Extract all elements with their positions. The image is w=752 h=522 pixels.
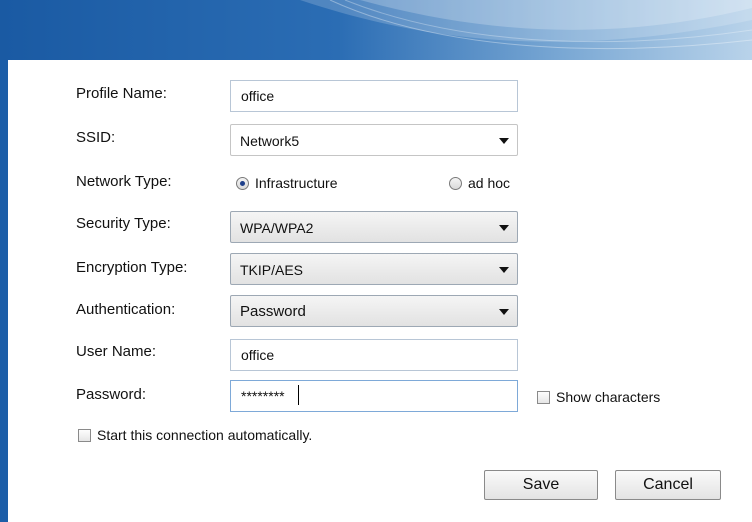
authentication-label: Authentication: — [76, 301, 176, 318]
security-type-label: Security Type: — [76, 215, 171, 232]
infrastructure-radio[interactable] — [236, 177, 249, 190]
user-name-label: User Name: — [76, 343, 157, 360]
encryption-type-label: Encryption Type: — [76, 259, 188, 276]
cancel-button[interactable]: Cancel — [615, 470, 721, 500]
user-name-input[interactable] — [230, 339, 518, 371]
chevron-down-icon — [499, 138, 509, 144]
auto-start-label[interactable]: Start this connection automatically. — [97, 425, 312, 445]
ad-hoc-radio[interactable] — [449, 177, 462, 190]
header-swoosh-graphic — [300, 0, 752, 50]
ad-hoc-radio-label[interactable]: ad hoc — [468, 173, 510, 193]
save-button[interactable]: Save — [484, 470, 598, 500]
chevron-down-icon — [499, 267, 509, 273]
auto-start-checkbox[interactable] — [78, 429, 91, 442]
encryption-type-value: TKIP/AES — [240, 262, 304, 278]
show-characters-label[interactable]: Show characters — [556, 387, 660, 407]
password-label: Password: — [76, 386, 147, 403]
security-type-dropdown[interactable]: WPA/WPA2 — [230, 211, 518, 243]
infrastructure-radio-label[interactable]: Infrastructure — [255, 173, 337, 193]
profile-name-input[interactable] — [230, 80, 518, 112]
encryption-type-dropdown[interactable]: TKIP/AES — [230, 253, 518, 285]
show-characters-checkbox[interactable] — [537, 391, 550, 404]
chevron-down-icon — [499, 309, 509, 315]
security-type-value: WPA/WPA2 — [240, 220, 314, 236]
network-type-label: Network Type: — [76, 173, 172, 190]
profile-name-label: Profile Name: — [76, 85, 167, 102]
authentication-value: Password — [240, 303, 306, 320]
dialog-header-banner — [0, 0, 752, 60]
password-input[interactable] — [230, 380, 518, 412]
ssid-label: SSID: — [76, 129, 116, 146]
text-cursor — [298, 385, 299, 405]
ssid-value: Network5 — [240, 133, 300, 149]
left-border — [0, 60, 8, 522]
chevron-down-icon — [499, 225, 509, 231]
ssid-dropdown[interactable]: Network5 — [230, 124, 518, 156]
authentication-dropdown[interactable]: Password — [230, 295, 518, 327]
